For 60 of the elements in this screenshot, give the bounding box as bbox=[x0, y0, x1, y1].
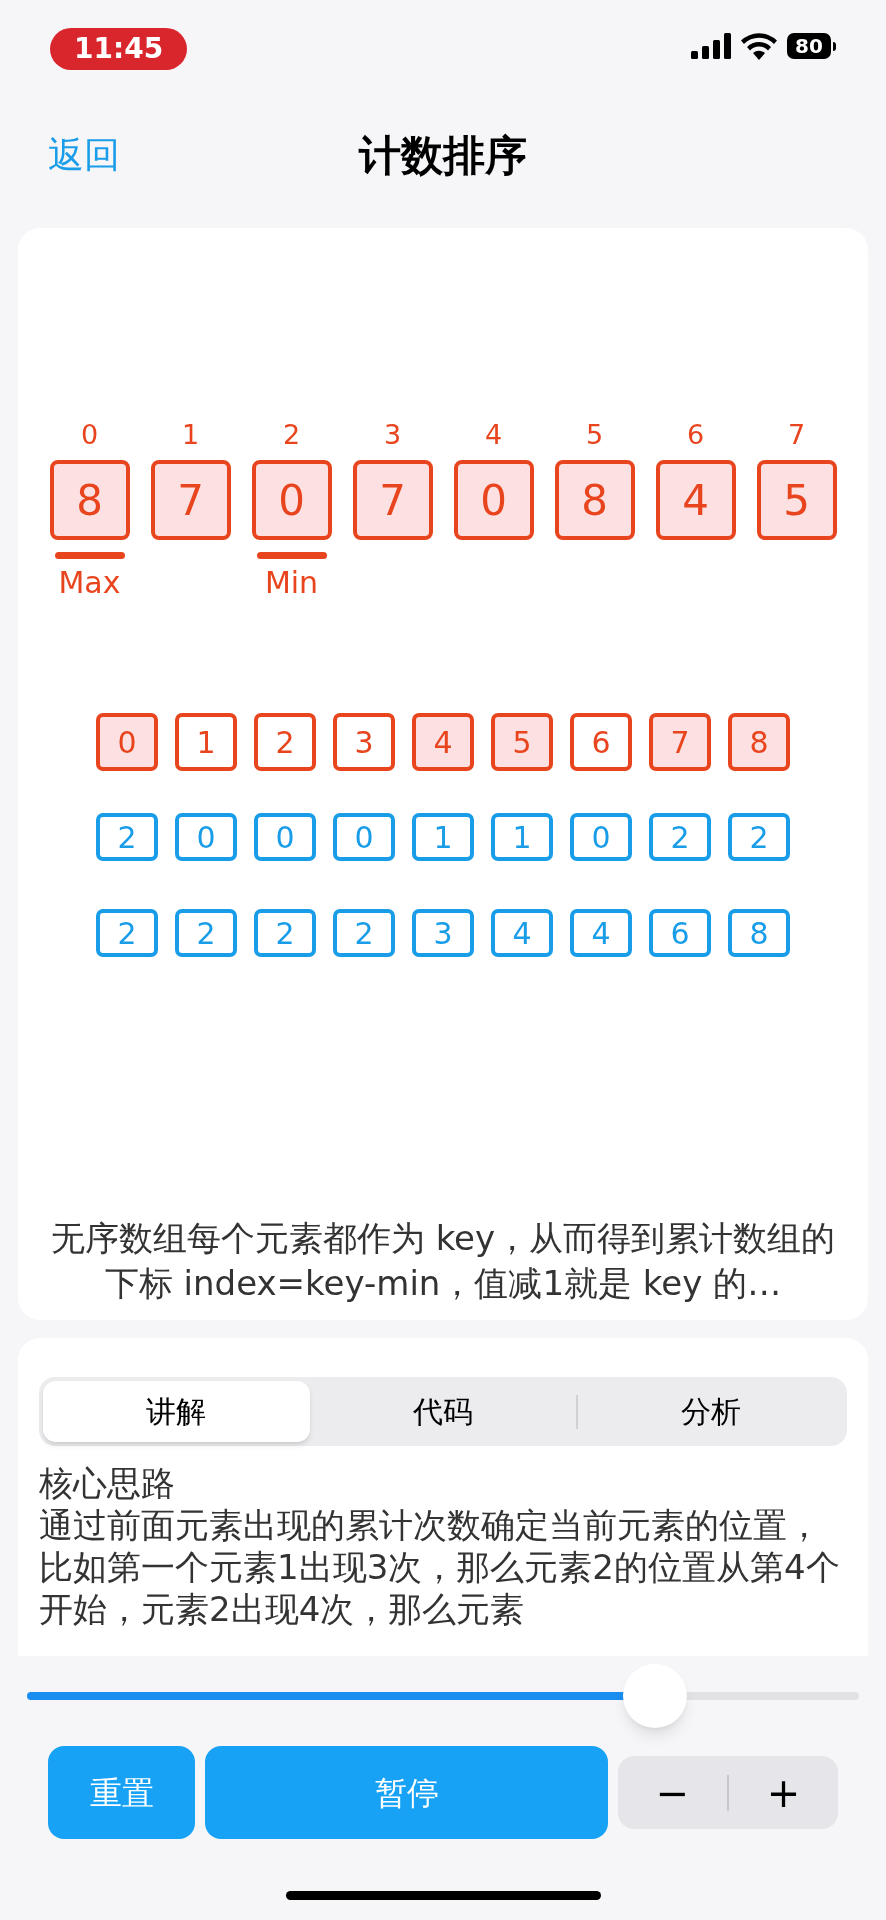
cumulative-cell: 4 bbox=[570, 909, 632, 957]
cumulative-cell: 4 bbox=[491, 909, 553, 957]
index-label: 4 bbox=[484, 418, 503, 452]
array-element: 0 bbox=[453, 460, 534, 540]
status-time: 11:45 bbox=[50, 28, 188, 70]
count-cell: 1 bbox=[491, 813, 553, 861]
marker-bar bbox=[54, 552, 125, 559]
index-label: 1 bbox=[181, 418, 200, 452]
cumulative-cell: 2 bbox=[96, 909, 158, 957]
index-label: 0 bbox=[80, 418, 99, 452]
count-key: 0 bbox=[96, 713, 158, 771]
marker-bar bbox=[256, 552, 327, 559]
count-cell: 2 bbox=[728, 813, 790, 861]
index-label: 2 bbox=[282, 418, 301, 452]
segment-tab[interactable]: 讲解 bbox=[43, 1381, 310, 1442]
count-key: 4 bbox=[412, 713, 474, 771]
cumulative-cell: 6 bbox=[649, 909, 711, 957]
wifi-icon bbox=[741, 32, 777, 60]
count-key: 8 bbox=[728, 713, 790, 771]
segment-tab[interactable]: 代码 bbox=[309, 1381, 577, 1442]
index-label: 3 bbox=[383, 418, 402, 452]
count-cell: 0 bbox=[254, 813, 316, 861]
marker-label: Min bbox=[264, 565, 319, 601]
explanation-heading: 核心思路 bbox=[39, 1462, 176, 1504]
count-key: 3 bbox=[333, 713, 395, 771]
count-cell: 1 bbox=[412, 813, 474, 861]
cumulative-cell: 2 bbox=[175, 909, 237, 957]
signal-icon bbox=[691, 33, 731, 59]
array-element: 8 bbox=[49, 460, 130, 540]
marker-label: Max bbox=[58, 565, 121, 601]
index-label: 7 bbox=[787, 418, 806, 452]
index-label: 5 bbox=[585, 418, 604, 452]
array-element: 7 bbox=[352, 460, 433, 540]
count-cell: 2 bbox=[649, 813, 711, 861]
array-element: 0 bbox=[251, 460, 332, 540]
count-cell: 2 bbox=[96, 813, 158, 861]
segment-tab[interactable]: 分析 bbox=[578, 1381, 843, 1442]
increase-button[interactable]: + bbox=[729, 1756, 838, 1829]
count-cell: 0 bbox=[175, 813, 237, 861]
page-title: 计数排序 bbox=[359, 129, 527, 182]
decrease-button[interactable]: − bbox=[618, 1756, 727, 1829]
count-key: 7 bbox=[649, 713, 711, 771]
count-key: 6 bbox=[570, 713, 632, 771]
cumulative-cell: 2 bbox=[254, 909, 316, 957]
cumulative-cell: 3 bbox=[412, 909, 474, 957]
array-element: 4 bbox=[655, 460, 736, 540]
step-caption: 无序数组每个元素都作为 key，从而得到累计数组的下标 index=key-min，值减1就是 key 的… bbox=[49, 1217, 837, 1305]
count-key: 2 bbox=[254, 713, 316, 771]
array-element: 7 bbox=[150, 460, 231, 540]
count-key: 1 bbox=[175, 713, 237, 771]
array-element: 8 bbox=[554, 460, 635, 540]
progress-slider[interactable] bbox=[27, 1664, 859, 1728]
index-label: 6 bbox=[686, 418, 705, 452]
array-element: 5 bbox=[756, 460, 837, 540]
cumulative-cell: 8 bbox=[728, 909, 790, 957]
count-cell: 0 bbox=[333, 813, 395, 861]
count-cell: 0 bbox=[570, 813, 632, 861]
cumulative-cell: 2 bbox=[333, 909, 395, 957]
explanation-text: 通过前面元素出现的累计次数确定当前元素的位置，比如第一个元素1出现3次，那么元素2的位置从第4个开始，元素2出现4次，那么元素 bbox=[39, 1504, 841, 1630]
count-key: 5 bbox=[491, 713, 553, 771]
